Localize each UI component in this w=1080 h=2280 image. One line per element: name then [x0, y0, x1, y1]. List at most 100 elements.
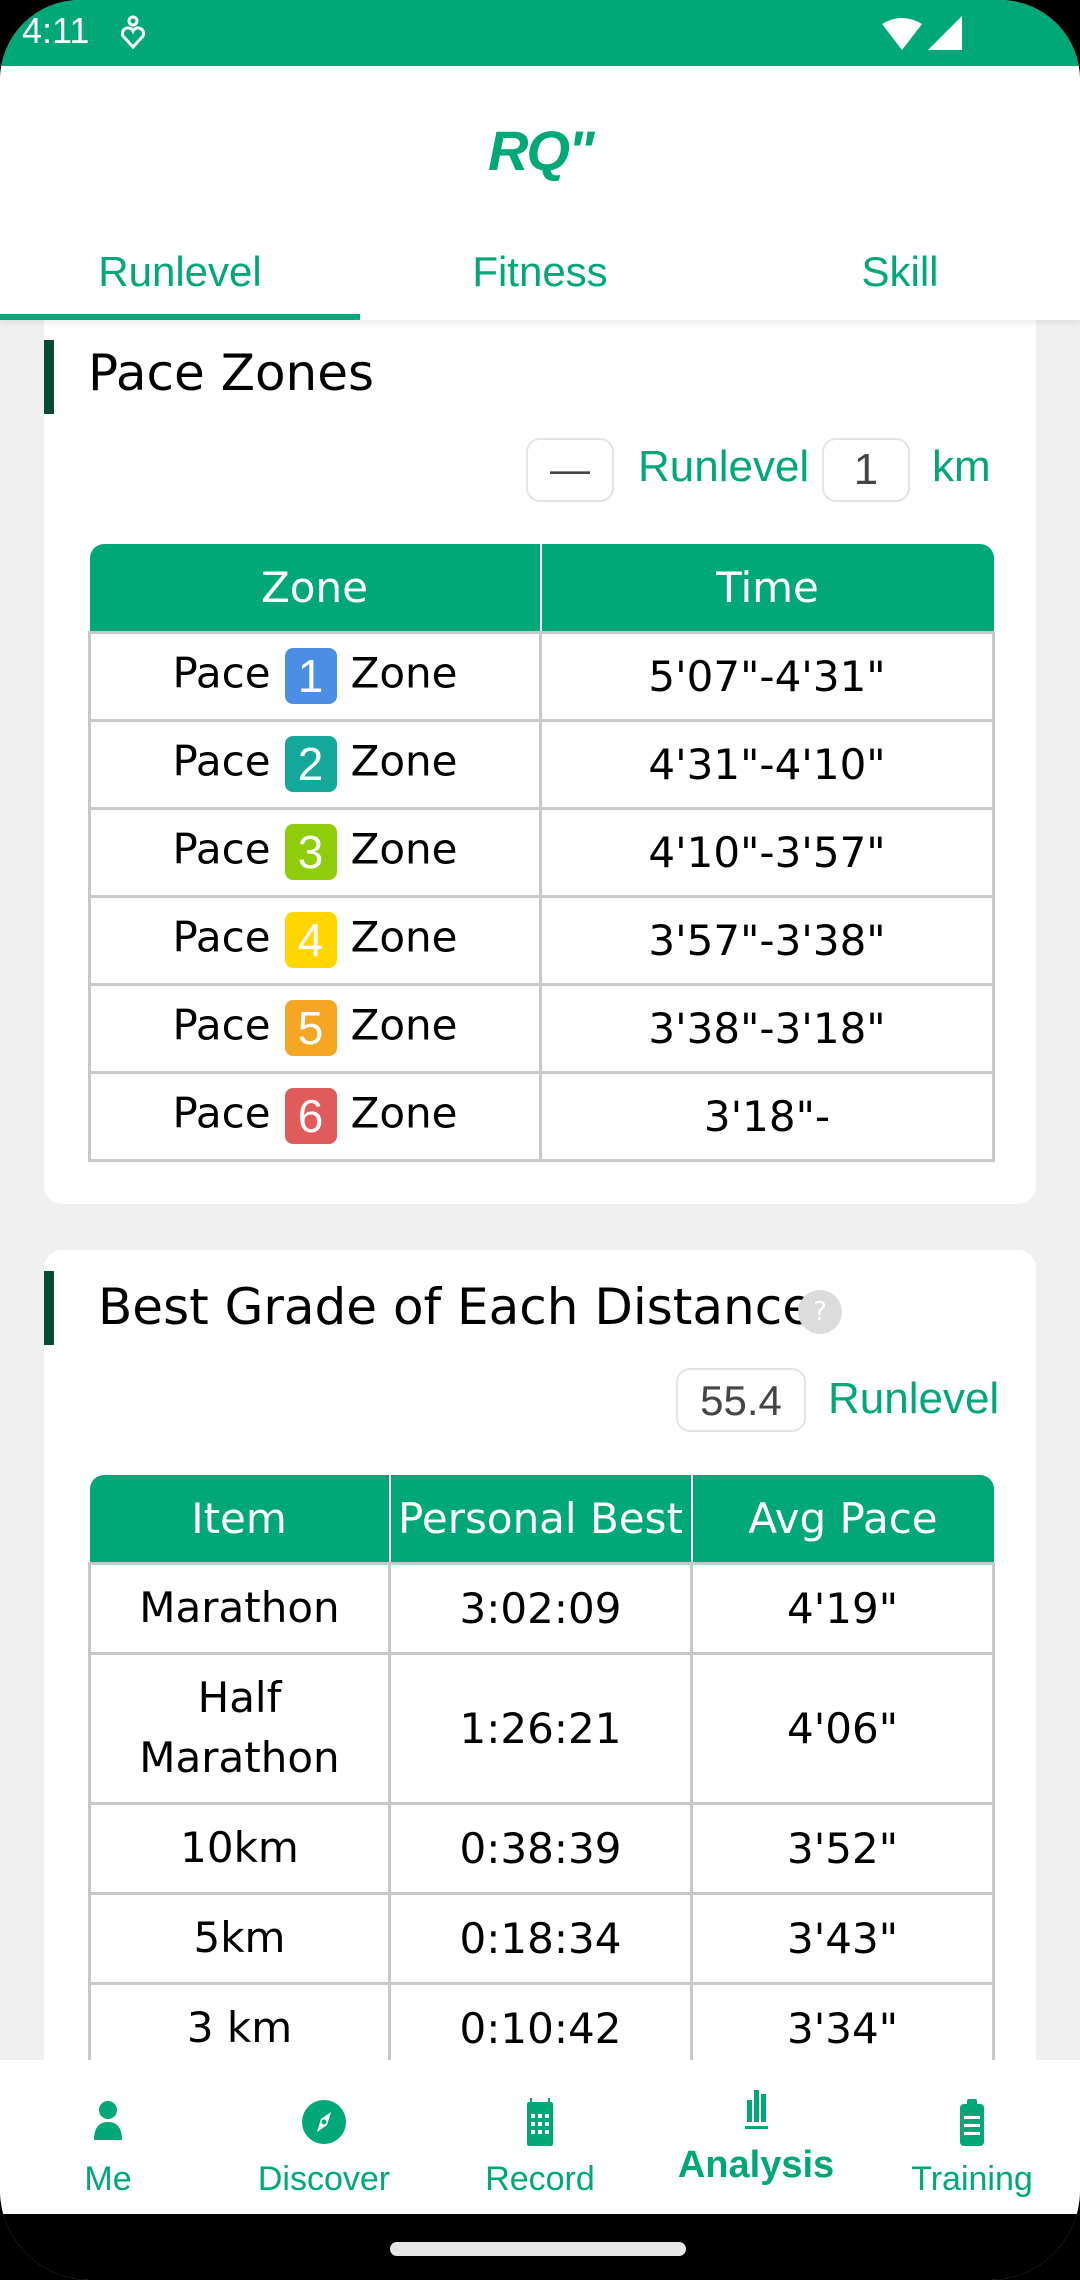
- home-gesture-handle[interactable]: [390, 2242, 686, 2256]
- best-grade-row: Marathon 3:02:09 4'19": [88, 1561, 995, 1655]
- nav-me-label: Me: [84, 2160, 132, 2198]
- zone-badge: 1: [284, 648, 337, 704]
- calendar-icon: [527, 2098, 553, 2146]
- zone-suffix: Zone: [350, 736, 458, 786]
- nav-discover-label: Discover: [257, 2160, 391, 2198]
- tab-fitness[interactable]: Fitness: [360, 226, 720, 320]
- app-header: RQ" Runlevel Fitness Skill: [0, 66, 1080, 320]
- zone-prefix: Pace: [172, 648, 271, 698]
- nav-record[interactable]: Record: [432, 2060, 648, 2214]
- zone-cell: Pace 5 Zone: [88, 982, 542, 1074]
- status-time: 4:11: [22, 10, 90, 51]
- pace-zone-row: Pace 2 Zone 4'31"-4'10": [88, 718, 995, 810]
- item-cell: Marathon: [88, 1561, 391, 1655]
- pace-zones-card: Pace Zones — Runlevel 1 km Zone Time Pac…: [44, 320, 1036, 1204]
- pace-zone-row: Pace 3 Zone 4'10"-3'57": [88, 806, 995, 898]
- gesture-bar: [0, 2214, 1080, 2280]
- pace-zone-row: Pace 1 Zone 5'07"-4'31": [88, 630, 995, 722]
- nav-record-label: Record: [485, 2160, 595, 2198]
- avg-pace-cell: 3'43": [690, 1891, 995, 1985]
- zone-suffix: Zone: [350, 912, 458, 962]
- column-header-personal-best: Personal Best: [388, 1475, 692, 1563]
- zone-prefix: Pace: [172, 1088, 271, 1138]
- zone-prefix: Pace: [172, 736, 271, 786]
- zone-time-cell: 4'10"-3'57": [539, 806, 995, 898]
- personal-best-cell: 1:26:21: [388, 1651, 693, 1805]
- avg-pace-cell: 4'19": [690, 1561, 995, 1655]
- zone-time-cell: 3'18"-: [539, 1070, 995, 1162]
- distance-input[interactable]: 1: [822, 438, 910, 502]
- pace-zones-title: Pace Zones: [88, 344, 375, 402]
- status-bar: 4:11: [0, 0, 1080, 66]
- tab-bar: Runlevel Fitness Skill: [0, 226, 1080, 320]
- zone-time-cell: 3'57"-3'38": [539, 894, 995, 986]
- item-cell: 5km: [88, 1891, 391, 1985]
- personal-best-cell: 3:02:09: [388, 1561, 693, 1655]
- app-logo: RQ": [488, 119, 595, 182]
- app-screen: 4:11 RQ" Runlevel Fitness Skill Pace Zon…: [0, 0, 1080, 2280]
- zone-cell: Pace 1 Zone: [88, 630, 542, 722]
- zone-prefix: Pace: [172, 912, 271, 962]
- pace-zone-row: Pace 5 Zone 3'38"-3'18": [88, 982, 995, 1074]
- pace-zones-table: Zone Time Pace 1 Zone 5'07"-4'31" Pace 2 Zone 4…: [88, 544, 995, 1162]
- item-cell: Half Marathon: [88, 1651, 391, 1805]
- pace-zone-row: Pace 6 Zone 3'18"-: [88, 1070, 995, 1162]
- best-grade-row: 5km 0:18:34 3'43": [88, 1891, 995, 1985]
- column-header-avg-pace: Avg Pace: [690, 1475, 994, 1563]
- zone-time-cell: 5'07"-4'31": [539, 630, 995, 722]
- zone-badge: 4: [284, 912, 337, 968]
- card-accent-bar: [44, 1271, 54, 1345]
- zone-badge: 6: [284, 1088, 337, 1144]
- avg-pace-cell: 4'06": [690, 1651, 995, 1805]
- zone-cell: Pace 3 Zone: [88, 806, 542, 898]
- zone-suffix: Zone: [350, 648, 458, 698]
- zone-cell: Pace 6 Zone: [88, 1070, 542, 1162]
- person-icon: [94, 2101, 122, 2140]
- best-grade-row: 3 km 0:10:42 3'34": [88, 1981, 995, 2060]
- item-cell: 3 km: [88, 1981, 391, 2060]
- bottom-navigation: Me Discover Record Analysis Training: [0, 2060, 1080, 2214]
- runlevel-label: Runlevel: [638, 442, 810, 491]
- avg-pace-cell: 3'34": [690, 1981, 995, 2060]
- pace-zone-row: Pace 4 Zone 3'57"-3'38": [88, 894, 995, 986]
- best-grade-row: 10km 0:38:39 3'52": [88, 1801, 995, 1895]
- help-icon[interactable]: ?: [798, 1290, 842, 1334]
- zone-prefix: Pace: [172, 1000, 271, 1050]
- personal-best-cell: 0:10:42: [388, 1981, 693, 2060]
- best-grade-card: Best Grade of Each Distance ? 55.4 Runle…: [44, 1250, 1036, 2060]
- tab-runlevel[interactable]: Runlevel: [0, 226, 360, 320]
- distance-unit-label: km: [932, 442, 991, 491]
- signal-icon: [928, 16, 962, 50]
- zone-prefix: Pace: [172, 824, 271, 874]
- nav-analysis-label: Analysis: [677, 2144, 835, 2186]
- nav-training[interactable]: Training: [864, 2060, 1080, 2214]
- scroll-content[interactable]: Pace Zones — Runlevel 1 km Zone Time Pac…: [0, 320, 1080, 2060]
- zone-badge: 2: [284, 736, 337, 792]
- nav-training-label: Training: [911, 2160, 1033, 2198]
- compass-icon: [302, 2100, 346, 2144]
- column-header-zone: Zone: [89, 544, 541, 632]
- best-grade-row: Half Marathon 1:26:21 4'06": [88, 1651, 995, 1805]
- personal-best-cell: 0:18:34: [388, 1891, 693, 1985]
- runlevel-label: Runlevel: [828, 1374, 1000, 1423]
- tab-skill[interactable]: Skill: [720, 226, 1080, 320]
- zone-suffix: Zone: [350, 1088, 458, 1138]
- bar-chart-icon: [745, 2090, 768, 2129]
- runlevel-input[interactable]: —: [526, 438, 614, 502]
- nav-analysis[interactable]: Analysis: [648, 2060, 864, 2214]
- nav-me[interactable]: Me: [0, 2060, 216, 2214]
- health-icon: [120, 15, 146, 50]
- nav-discover[interactable]: Discover: [216, 2060, 432, 2214]
- zone-badge: 3: [284, 824, 337, 880]
- clipboard-icon: [960, 2099, 984, 2146]
- zone-time-cell: 4'31"-4'10": [539, 718, 995, 810]
- zone-suffix: Zone: [350, 824, 458, 874]
- wifi-icon: [882, 18, 922, 50]
- zone-time-cell: 3'38"-3'18": [539, 982, 995, 1074]
- zone-cell: Pace 2 Zone: [88, 718, 542, 810]
- column-header-time: Time: [539, 544, 994, 632]
- zone-badge: 5: [284, 1000, 337, 1056]
- avg-pace-cell: 3'52": [690, 1801, 995, 1895]
- item-cell: 10km: [88, 1801, 391, 1895]
- best-grade-title: Best Grade of Each Distance: [98, 1278, 813, 1336]
